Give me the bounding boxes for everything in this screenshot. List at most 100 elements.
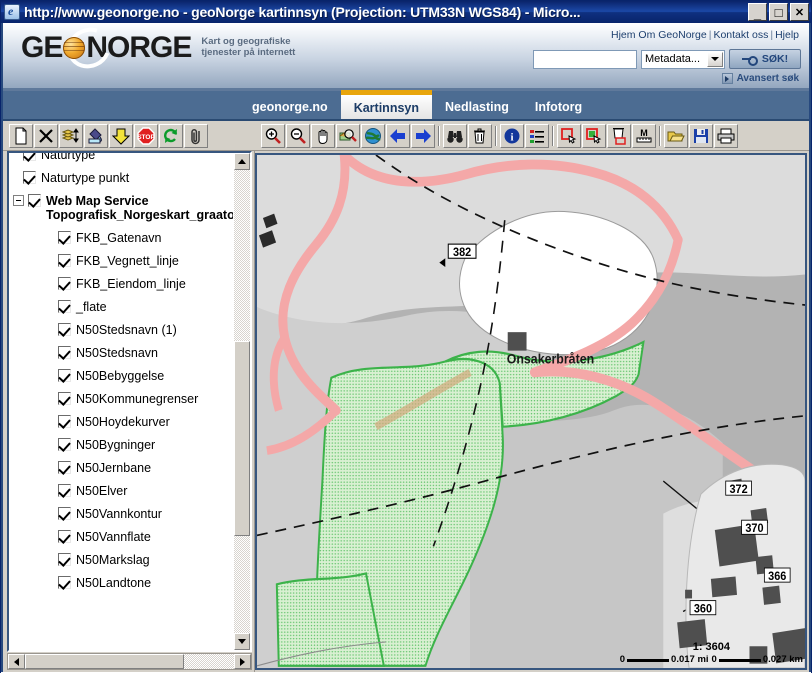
layer-panel: Naturtype Naturtype punkt Web Map Servic… xyxy=(3,151,255,672)
pan-hand-icon[interactable] xyxy=(311,123,335,148)
checkbox-icon[interactable] xyxy=(23,153,36,161)
scroll-right-button[interactable] xyxy=(234,654,251,669)
new-document-icon[interactable] xyxy=(9,123,33,148)
back-arrow-icon[interactable] xyxy=(386,123,410,148)
map-viewport[interactable]: 382 Onsakerbråten 372 370 366 360 1: 360… xyxy=(255,153,807,670)
link-home-about[interactable]: Hjem Om GeoNorge xyxy=(611,29,707,41)
checkbox-icon[interactable] xyxy=(58,553,71,566)
zoom-in-icon[interactable] xyxy=(261,123,285,148)
geonorge-logo[interactable]: GE NORGE Kart og geografiske tjenester p… xyxy=(21,20,321,76)
layer-label: N50Stedsnavn (1) xyxy=(76,323,177,337)
checkbox-icon[interactable] xyxy=(58,323,71,336)
layer-group-web-map-service[interactable]: Web Map Service Topografisk_Norgeskart_g… xyxy=(13,194,233,222)
map-canvas[interactable]: 382 Onsakerbråten 372 370 366 360 xyxy=(257,155,805,668)
print-icon[interactable] xyxy=(714,123,738,148)
checkbox-icon[interactable] xyxy=(28,194,41,207)
layer-item-n50stedsnavn[interactable]: N50Stedsnavn xyxy=(13,346,233,360)
checkbox-icon[interactable] xyxy=(58,369,71,382)
checkbox-icon[interactable] xyxy=(58,300,71,313)
scroll-track[interactable] xyxy=(234,170,250,633)
scroll-thumb[interactable] xyxy=(234,341,250,536)
paperclip-icon[interactable] xyxy=(184,123,208,148)
down-arrow-icon[interactable] xyxy=(109,123,133,148)
logo-tagline: Kart og geografiske tjenester på interne… xyxy=(201,36,296,58)
tab-infotorg[interactable]: Infotorg xyxy=(522,95,595,119)
scroll-down-button[interactable] xyxy=(234,633,250,650)
checkbox-icon[interactable] xyxy=(58,277,71,290)
checkbox-icon[interactable] xyxy=(58,438,71,451)
delete-selection-icon[interactable] xyxy=(607,123,631,148)
maximize-button[interactable]: □ xyxy=(769,3,788,21)
scroll-left-button[interactable] xyxy=(8,654,25,669)
layer-tree-horizontal-scrollbar[interactable] xyxy=(7,653,252,670)
stop-sign-icon[interactable]: STOP xyxy=(134,123,158,148)
tab-nedlasting[interactable]: Nedlasting xyxy=(432,95,522,119)
layer-item-n50hoydekurver[interactable]: N50Hoydekurver xyxy=(13,415,233,429)
checkbox-icon[interactable] xyxy=(58,530,71,543)
layer-item-n50bygninger[interactable]: N50Bygninger xyxy=(13,438,233,452)
checkbox-icon[interactable] xyxy=(58,576,71,589)
checkbox-icon[interactable] xyxy=(58,346,71,359)
checkbox-icon[interactable] xyxy=(58,461,71,474)
forward-arrow-icon[interactable] xyxy=(411,123,435,148)
info-icon[interactable]: i xyxy=(500,123,524,148)
checkbox-icon[interactable] xyxy=(58,254,71,267)
chevron-down-icon[interactable] xyxy=(707,51,723,67)
minimize-button[interactable]: _ xyxy=(748,3,767,21)
search-category-value: Metadata... xyxy=(645,53,701,65)
checkbox-icon[interactable] xyxy=(58,484,71,497)
refresh-icon[interactable] xyxy=(159,123,183,148)
layer-item-n50elver[interactable]: N50Elver xyxy=(13,484,233,498)
measure-icon[interactable]: M xyxy=(632,123,656,148)
paint-bucket-icon[interactable] xyxy=(84,123,108,148)
toolbar-separator-3 xyxy=(550,125,556,147)
search-input[interactable] xyxy=(533,49,637,69)
layer-item-fkb-gatenavn[interactable]: FKB_Gatenavn xyxy=(13,231,233,245)
collapse-icon[interactable] xyxy=(13,195,24,206)
checkbox-icon[interactable] xyxy=(23,171,36,184)
globe-icon[interactable] xyxy=(361,123,385,148)
delete-x-icon[interactable] xyxy=(34,123,58,148)
link-help[interactable]: Hjelp xyxy=(775,29,799,41)
checkbox-icon[interactable] xyxy=(58,415,71,428)
scroll-track-h[interactable] xyxy=(25,654,234,669)
layer-tree-vertical-scrollbar[interactable] xyxy=(233,153,250,650)
select-rectangle-icon[interactable] xyxy=(557,123,581,148)
zoom-previous-icon[interactable] xyxy=(336,123,360,148)
layer-item-n50vannflate[interactable]: N50Vannflate xyxy=(13,530,233,544)
layer-item-fkb-vegnett-linje[interactable]: FKB_Vegnett_linje xyxy=(13,254,233,268)
search-category-select[interactable]: Metadata... xyxy=(641,49,725,69)
layer-item-flate[interactable]: _flate xyxy=(13,300,233,314)
layer-item-n50markslag[interactable]: N50Markslag xyxy=(13,553,233,567)
layer-item-n50vannkontur[interactable]: N50Vannkontur xyxy=(13,507,233,521)
layer-label: N50Landtone xyxy=(76,576,152,590)
layer-item-naturtype[interactable]: Naturtype xyxy=(13,153,233,162)
layer-item-n50bebyggelse[interactable]: N50Bebyggelse xyxy=(13,369,233,383)
checkbox-icon[interactable] xyxy=(58,392,71,405)
zoom-out-icon[interactable] xyxy=(286,123,310,148)
layer-item-n50kommunegrenser[interactable]: N50Kommunegrenser xyxy=(13,392,233,406)
layer-item-fkb-eiendom-linje[interactable]: FKB_Eiendom_linje xyxy=(13,277,233,291)
advanced-search-link[interactable]: Avansert søk xyxy=(721,73,799,84)
checkbox-icon[interactable] xyxy=(58,231,71,244)
save-disk-icon[interactable] xyxy=(689,123,713,148)
scroll-up-button[interactable] xyxy=(234,153,250,170)
scroll-thumb-h[interactable] xyxy=(25,654,184,669)
tab-geonorge[interactable]: geonorge.no xyxy=(239,95,341,119)
link-contact[interactable]: Kontakt oss xyxy=(713,29,768,41)
search-button[interactable]: SØK! xyxy=(729,49,801,69)
binoculars-icon[interactable] xyxy=(443,123,467,148)
select-polygon-icon[interactable] xyxy=(582,123,606,148)
layer-label: N50Elver xyxy=(76,484,128,498)
layer-item-n50landtone[interactable]: N50Landtone xyxy=(13,576,233,590)
checkbox-icon[interactable] xyxy=(58,507,71,520)
layer-item-n50jernbane[interactable]: N50Jernbane xyxy=(13,461,233,475)
layer-order-icon[interactable] xyxy=(59,123,83,148)
legend-list-icon[interactable] xyxy=(525,123,549,148)
tab-kartinnsyn[interactable]: Kartinnsyn xyxy=(340,90,432,119)
open-folder-icon[interactable] xyxy=(664,123,688,148)
layer-item-naturtype-punkt[interactable]: Naturtype punkt xyxy=(13,171,233,185)
layer-item-n50stedsnavn-1[interactable]: N50Stedsnavn (1) xyxy=(13,323,233,337)
trash-icon[interactable] xyxy=(468,123,492,148)
close-button[interactable]: ✕ xyxy=(790,3,809,21)
